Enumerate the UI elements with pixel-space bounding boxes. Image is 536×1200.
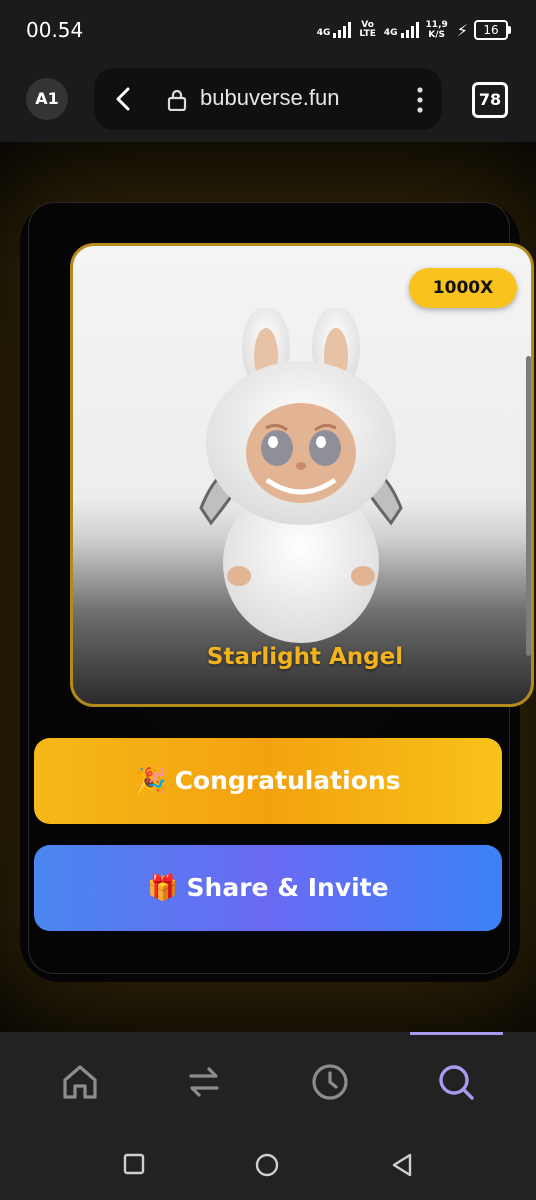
charging-bolt-icon: ⚡ — [456, 20, 468, 40]
page-content: 1000X Starlight Angel 🎉 Congratulations 🎁… — [0, 142, 536, 1032]
browser-toolbar: A1 bubuverse.fun 78 — [0, 62, 536, 142]
gift-icon: 🎁 — [147, 873, 179, 902]
congratulations-label: Congratulations — [174, 766, 401, 795]
prize-card: 1000X Starlight Angel — [70, 243, 534, 707]
prize-name: Starlight Angel — [206, 644, 404, 670]
battery-icon: 16 — [474, 20, 511, 40]
share-invite-label: Share & Invite — [186, 873, 389, 902]
network-speed: 11,9 K/S — [426, 20, 448, 40]
sim1-signal-icon: 4G — [317, 22, 352, 38]
app-bottom-nav — [0, 1032, 536, 1132]
multiplier-badge: 1000X — [409, 268, 517, 308]
congratulations-button[interactable]: 🎉 Congratulations — [34, 738, 502, 824]
history-icon[interactable] — [308, 1060, 352, 1104]
tab-switcher-button[interactable]: 78 — [472, 82, 508, 118]
back-triangle-icon[interactable] — [390, 1152, 414, 1178]
volte-bottom: LTE — [359, 29, 376, 39]
speed-unit: K/S — [428, 30, 446, 40]
status-time: 00.54 — [26, 18, 84, 42]
home-circle-icon[interactable] — [254, 1152, 280, 1178]
sim2-label: 4G — [383, 28, 398, 38]
address-bar[interactable]: bubuverse.fun — [94, 68, 442, 130]
sim1-label: 4G — [316, 28, 331, 38]
status-bar: 00.54 4G Vo LTE 4G 11,9 K/S ⚡ 16 — [0, 0, 536, 62]
back-arrow-icon[interactable] — [112, 86, 136, 112]
home-icon[interactable] — [58, 1060, 102, 1104]
system-nav-bar — [0, 1132, 536, 1200]
status-icons: 4G Vo LTE 4G 11,9 K/S ⚡ 16 — [317, 16, 511, 44]
kebab-menu-icon[interactable] — [416, 86, 424, 114]
swap-icon[interactable] — [182, 1060, 226, 1104]
volte-indicator: Vo LTE — [359, 21, 376, 39]
party-popper-icon: 🎉 — [135, 766, 167, 795]
recents-square-icon[interactable] — [122, 1152, 146, 1176]
search-icon[interactable] — [434, 1060, 478, 1104]
share-invite-button[interactable]: 🎁 Share & Invite — [34, 845, 502, 931]
profile-avatar[interactable]: A1 — [26, 78, 68, 120]
speed-value: 11,9 — [425, 20, 448, 30]
lock-icon — [167, 89, 187, 111]
starlight-angel-figure-image — [199, 308, 403, 643]
active-tab-indicator — [410, 1032, 503, 1035]
sim2-signal-icon: 4G — [384, 22, 419, 38]
url-text[interactable]: bubuverse.fun — [200, 85, 339, 111]
card-scrollbar[interactable] — [526, 356, 531, 656]
